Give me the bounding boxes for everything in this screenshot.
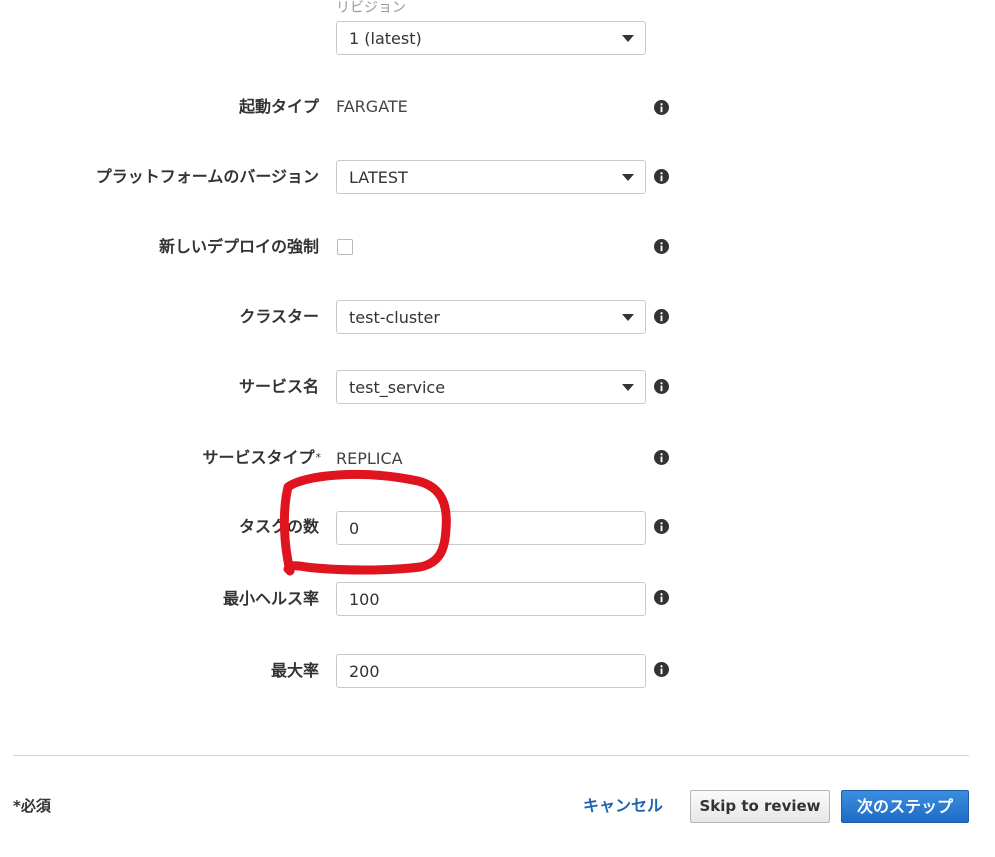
revision-select[interactable]: 1 (latest) bbox=[336, 21, 646, 55]
launch-type-label: 起動タイプ bbox=[238, 97, 319, 116]
required-mark: * bbox=[315, 451, 322, 464]
cancel-link[interactable]: キャンセル bbox=[583, 795, 663, 817]
info-icon[interactable] bbox=[654, 590, 669, 605]
platform-version-select-value: LATEST bbox=[349, 168, 408, 187]
force-new-deployment-label: 新しいデプロイの強制 bbox=[158, 237, 319, 256]
max-percent-label: 最大率 bbox=[270, 661, 319, 680]
service-name-label: サービス名 bbox=[238, 377, 319, 396]
service-type-label: サービスタイプ* bbox=[202, 448, 321, 468]
min-healthy-percent-label: 最小ヘルス率 bbox=[222, 589, 319, 608]
service-type-label-text: サービスタイプ bbox=[202, 448, 315, 467]
cluster-label: クラスター bbox=[239, 307, 319, 326]
force-new-deployment-checkbox[interactable] bbox=[337, 239, 353, 255]
min-healthy-percent-input-value: 100 bbox=[349, 590, 380, 609]
info-icon[interactable] bbox=[654, 450, 669, 465]
platform-version-label: プラットフォームのバージョン bbox=[95, 167, 319, 186]
cluster-select-value: test-cluster bbox=[349, 308, 440, 327]
revision-label: リビジョン bbox=[336, 0, 406, 16]
info-icon[interactable] bbox=[654, 379, 669, 394]
platform-version-select[interactable]: LATEST bbox=[336, 160, 646, 194]
service-name-select[interactable]: test_service bbox=[336, 370, 646, 404]
caret-down-icon bbox=[622, 35, 634, 42]
task-count-input-value: 0 bbox=[349, 519, 360, 538]
service-name-select-value: test_service bbox=[349, 378, 446, 397]
info-icon[interactable] bbox=[654, 309, 669, 324]
launch-type-value: FARGATE bbox=[336, 97, 408, 116]
caret-down-icon bbox=[622, 174, 634, 181]
required-note: *必須 bbox=[13, 797, 51, 815]
max-percent-input-value: 200 bbox=[349, 662, 380, 681]
service-type-value: REPLICA bbox=[336, 449, 403, 468]
cluster-select[interactable]: test-cluster bbox=[336, 300, 646, 334]
info-icon[interactable] bbox=[654, 239, 669, 254]
next-step-button[interactable]: 次のステップ bbox=[841, 790, 969, 823]
task-count-input[interactable]: 0 bbox=[336, 511, 646, 545]
info-icon[interactable] bbox=[654, 100, 669, 115]
caret-down-icon bbox=[622, 384, 634, 391]
task-count-label: タスクの数 bbox=[238, 517, 319, 536]
info-icon[interactable] bbox=[654, 169, 669, 184]
max-percent-input[interactable]: 200 bbox=[336, 654, 646, 688]
footer-divider bbox=[13, 755, 969, 756]
min-healthy-percent-input[interactable]: 100 bbox=[336, 582, 646, 616]
caret-down-icon bbox=[622, 314, 634, 321]
revision-select-value: 1 (latest) bbox=[349, 29, 422, 48]
info-icon[interactable] bbox=[654, 662, 669, 677]
info-icon[interactable] bbox=[654, 519, 669, 534]
skip-to-review-button[interactable]: Skip to review bbox=[690, 790, 830, 823]
